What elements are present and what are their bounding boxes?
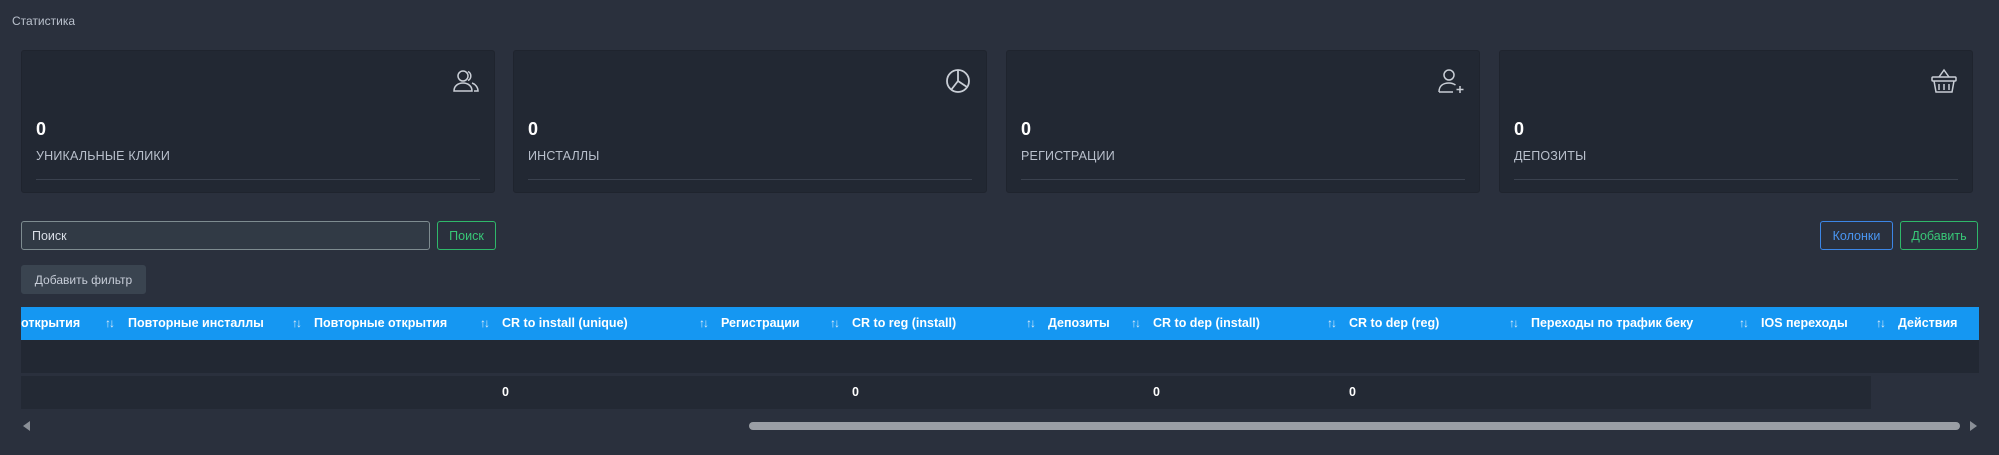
search-button[interactable]: Поиск: [437, 221, 496, 250]
statistics-page: Статистика 0 УНИКАЛЬНЫЕ КЛИКИ 0 ИНСТАЛЛЫ: [0, 0, 1999, 455]
scroll-left-icon[interactable]: [23, 421, 30, 431]
stat-value: 0: [528, 119, 539, 139]
user-plus-icon: [1438, 69, 1464, 93]
add-filter-button[interactable]: Добавить фильтр: [21, 265, 146, 294]
table-row: [21, 340, 1979, 373]
total-cr-dep-reg: 0: [1349, 385, 1356, 399]
stat-label: УНИКАЛЬНЫЕ КЛИКИ: [36, 149, 171, 163]
card-divider: [1514, 179, 1958, 180]
column-header[interactable]: CR to install (unique): [502, 307, 628, 340]
card-divider: [1021, 179, 1465, 180]
page-title: Статистика: [12, 14, 76, 28]
sort-icon[interactable]: ↑↓: [830, 307, 840, 340]
sort-icon[interactable]: ↑↓: [480, 307, 490, 340]
sort-icon[interactable]: ↑↓: [1739, 307, 1749, 340]
stat-card-installs: 0 ИНСТАЛЛЫ: [513, 50, 987, 193]
sort-icon[interactable]: ↑↓: [1131, 307, 1141, 340]
stat-value: 0: [1514, 119, 1525, 139]
stat-card-deposits: 0 ДЕПОЗИТЫ: [1499, 50, 1973, 193]
sort-icon[interactable]: ↑↓: [1327, 307, 1337, 340]
column-header[interactable]: Депозиты: [1048, 307, 1110, 340]
table-header: открытия ↑↓ Повторные инсталлы ↑↓ Повтор…: [21, 307, 1979, 340]
column-header[interactable]: открытия: [21, 307, 80, 340]
pie-chart-icon: [946, 69, 970, 93]
column-header[interactable]: Регистрации: [721, 307, 800, 340]
column-header[interactable]: CR to dep (reg): [1349, 307, 1439, 340]
total-cr-install-unique: 0: [502, 385, 509, 399]
scroll-thumb[interactable]: [749, 422, 1960, 430]
sort-icon[interactable]: ↑↓: [699, 307, 709, 340]
sort-icon[interactable]: ↑↓: [1876, 307, 1886, 340]
sort-icon[interactable]: ↑↓: [1026, 307, 1036, 340]
column-header[interactable]: CR to dep (install): [1153, 307, 1260, 340]
card-divider: [528, 179, 972, 180]
scroll-right-icon[interactable]: [1970, 421, 1977, 431]
stat-label: ДЕПОЗИТЫ: [1514, 149, 1587, 163]
stat-value: 0: [1021, 119, 1032, 139]
stat-label: РЕГИСТРАЦИИ: [1021, 149, 1115, 163]
card-divider: [36, 179, 480, 180]
sort-icon[interactable]: ↑↓: [292, 307, 302, 340]
sort-icon[interactable]: ↑↓: [1509, 307, 1519, 340]
add-button[interactable]: Добавить: [1900, 221, 1978, 250]
column-header[interactable]: IOS переходы: [1761, 307, 1848, 340]
stat-card-registrations: 0 РЕГИСТРАЦИИ: [1006, 50, 1480, 193]
statistics-table: открытия ↑↓ Повторные инсталлы ↑↓ Повтор…: [21, 307, 1979, 410]
column-header[interactable]: CR to reg (install): [852, 307, 956, 340]
stat-value: 0: [36, 119, 47, 139]
basket-icon: [1931, 68, 1957, 93]
column-header[interactable]: Переходы по трафик беку: [1531, 307, 1693, 340]
total-cr-dep-install: 0: [1153, 385, 1160, 399]
stat-card-unique-clicks: 0 УНИКАЛЬНЫЕ КЛИКИ: [21, 50, 495, 193]
users-icon: [453, 70, 479, 92]
table-totals-row: 0 0 0 0: [21, 376, 1871, 409]
stat-label: ИНСТАЛЛЫ: [528, 149, 600, 163]
horizontal-scrollbar[interactable]: [21, 419, 1979, 435]
stats-cards: 0 УНИКАЛЬНЫЕ КЛИКИ 0 ИНСТАЛЛЫ 0 РЕГИСТРА…: [21, 50, 1979, 195]
columns-button[interactable]: Колонки: [1820, 221, 1893, 250]
search-input[interactable]: [21, 221, 430, 250]
column-header[interactable]: Повторные открытия: [314, 307, 447, 340]
column-header[interactable]: Повторные инсталлы: [128, 307, 264, 340]
sort-icon[interactable]: ↑↓: [105, 307, 115, 340]
column-header[interactable]: Действия: [1898, 307, 1957, 340]
total-cr-reg-install: 0: [852, 385, 859, 399]
